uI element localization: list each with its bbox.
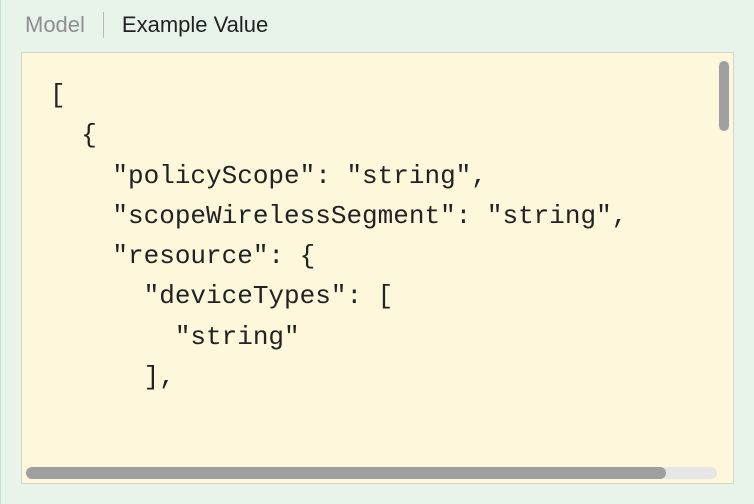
tab-example-value[interactable]: Example Value [118,12,272,38]
tab-divider [103,12,104,38]
panel: Model Example Value [ { "policyScope": "… [0,0,754,504]
tab-model[interactable]: Model [21,12,89,38]
code-scroll-area[interactable]: [ { "policyScope": "string", "scopeWirel… [22,53,733,483]
tabs-row: Model Example Value [21,0,734,52]
code-block-container: [ { "policyScope": "string", "scopeWirel… [21,52,734,484]
code-text: [ { "policyScope": "string", "scopeWirel… [22,53,733,483]
